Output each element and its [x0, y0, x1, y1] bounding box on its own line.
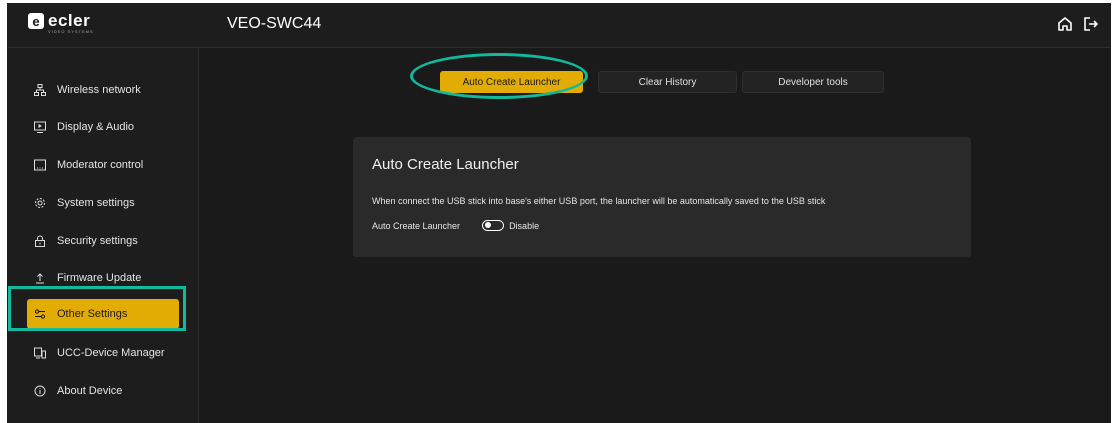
sidebar-item-label: UCC-Device Manager [57, 347, 165, 359]
sidebar-item-label: Firmware Update [57, 272, 142, 284]
panel-title: Auto Create Launcher [372, 156, 519, 173]
device-manager-icon [33, 346, 47, 360]
logout-icon[interactable] [1082, 15, 1100, 33]
auto-create-launcher-panel: Auto Create Launcher When connect the US… [353, 137, 971, 257]
toggle-knob [484, 222, 491, 228]
sliders-icon [33, 307, 47, 321]
toggle-state-label: Disable [509, 220, 540, 231]
sidebar-item-moderator-control[interactable]: Moderator control [27, 150, 179, 180]
sidebar-item-label: Moderator control [57, 159, 144, 171]
sidebar-item-label: System settings [57, 197, 135, 209]
network-icon [33, 83, 47, 97]
lock-icon [33, 234, 47, 248]
sidebar-item-label: Other Settings [57, 308, 128, 320]
upload-icon [33, 271, 47, 285]
sidebar: Wireless network Display & Audio Moderat… [7, 48, 199, 423]
sidebar-item-about-device[interactable]: About Device [27, 376, 179, 406]
app-window: e ecler VIDEO SYSTEMS VEO-SWC44 Wireless… [7, 3, 1111, 423]
auto-create-launcher-toggle[interactable] [482, 220, 505, 231]
sidebar-item-firmware-update[interactable]: Firmware Update [27, 263, 179, 293]
sidebar-item-label: About Device [57, 385, 123, 397]
logo-subtext: VIDEO SYSTEMS [48, 29, 94, 34]
gear-icon [33, 196, 47, 210]
display-icon [33, 120, 47, 134]
info-icon [33, 384, 47, 398]
auto-create-launcher-setting: Auto Create Launcher Disable [372, 220, 539, 231]
device-name: VEO-SWC44 [227, 15, 322, 32]
sidebar-item-label: Security settings [57, 235, 138, 247]
sidebar-item-label: Wireless network [57, 84, 141, 96]
home-icon[interactable] [1056, 15, 1074, 33]
panel-description: When connect the USB stick into base's e… [372, 196, 826, 206]
tab-auto-create-launcher[interactable]: Auto Create Launcher [440, 71, 583, 93]
top-bar: e ecler VIDEO SYSTEMS VEO-SWC44 [7, 3, 1111, 48]
sidebar-item-display-audio[interactable]: Display & Audio [27, 112, 179, 142]
ecler-logo: e ecler VIDEO SYSTEMS [28, 11, 94, 35]
setting-label: Auto Create Launcher [372, 220, 461, 231]
sidebar-item-security-settings[interactable]: Security settings [27, 226, 179, 256]
tab-clear-history[interactable]: Clear History [598, 71, 737, 93]
tab-developer-tools[interactable]: Developer tools [742, 71, 884, 93]
sidebar-item-ucc-device-manager[interactable]: UCC-Device Manager [27, 338, 179, 368]
sidebar-item-label: Display & Audio [57, 121, 135, 133]
sidebar-item-wireless-network[interactable]: Wireless network [27, 75, 179, 105]
logo-mark-icon: e [28, 13, 44, 29]
logo-text: ecler [48, 11, 91, 30]
sidebar-item-other-settings[interactable]: Other Settings [27, 299, 179, 329]
sidebar-item-system-settings[interactable]: System settings [27, 188, 179, 218]
moderator-icon [33, 158, 47, 172]
